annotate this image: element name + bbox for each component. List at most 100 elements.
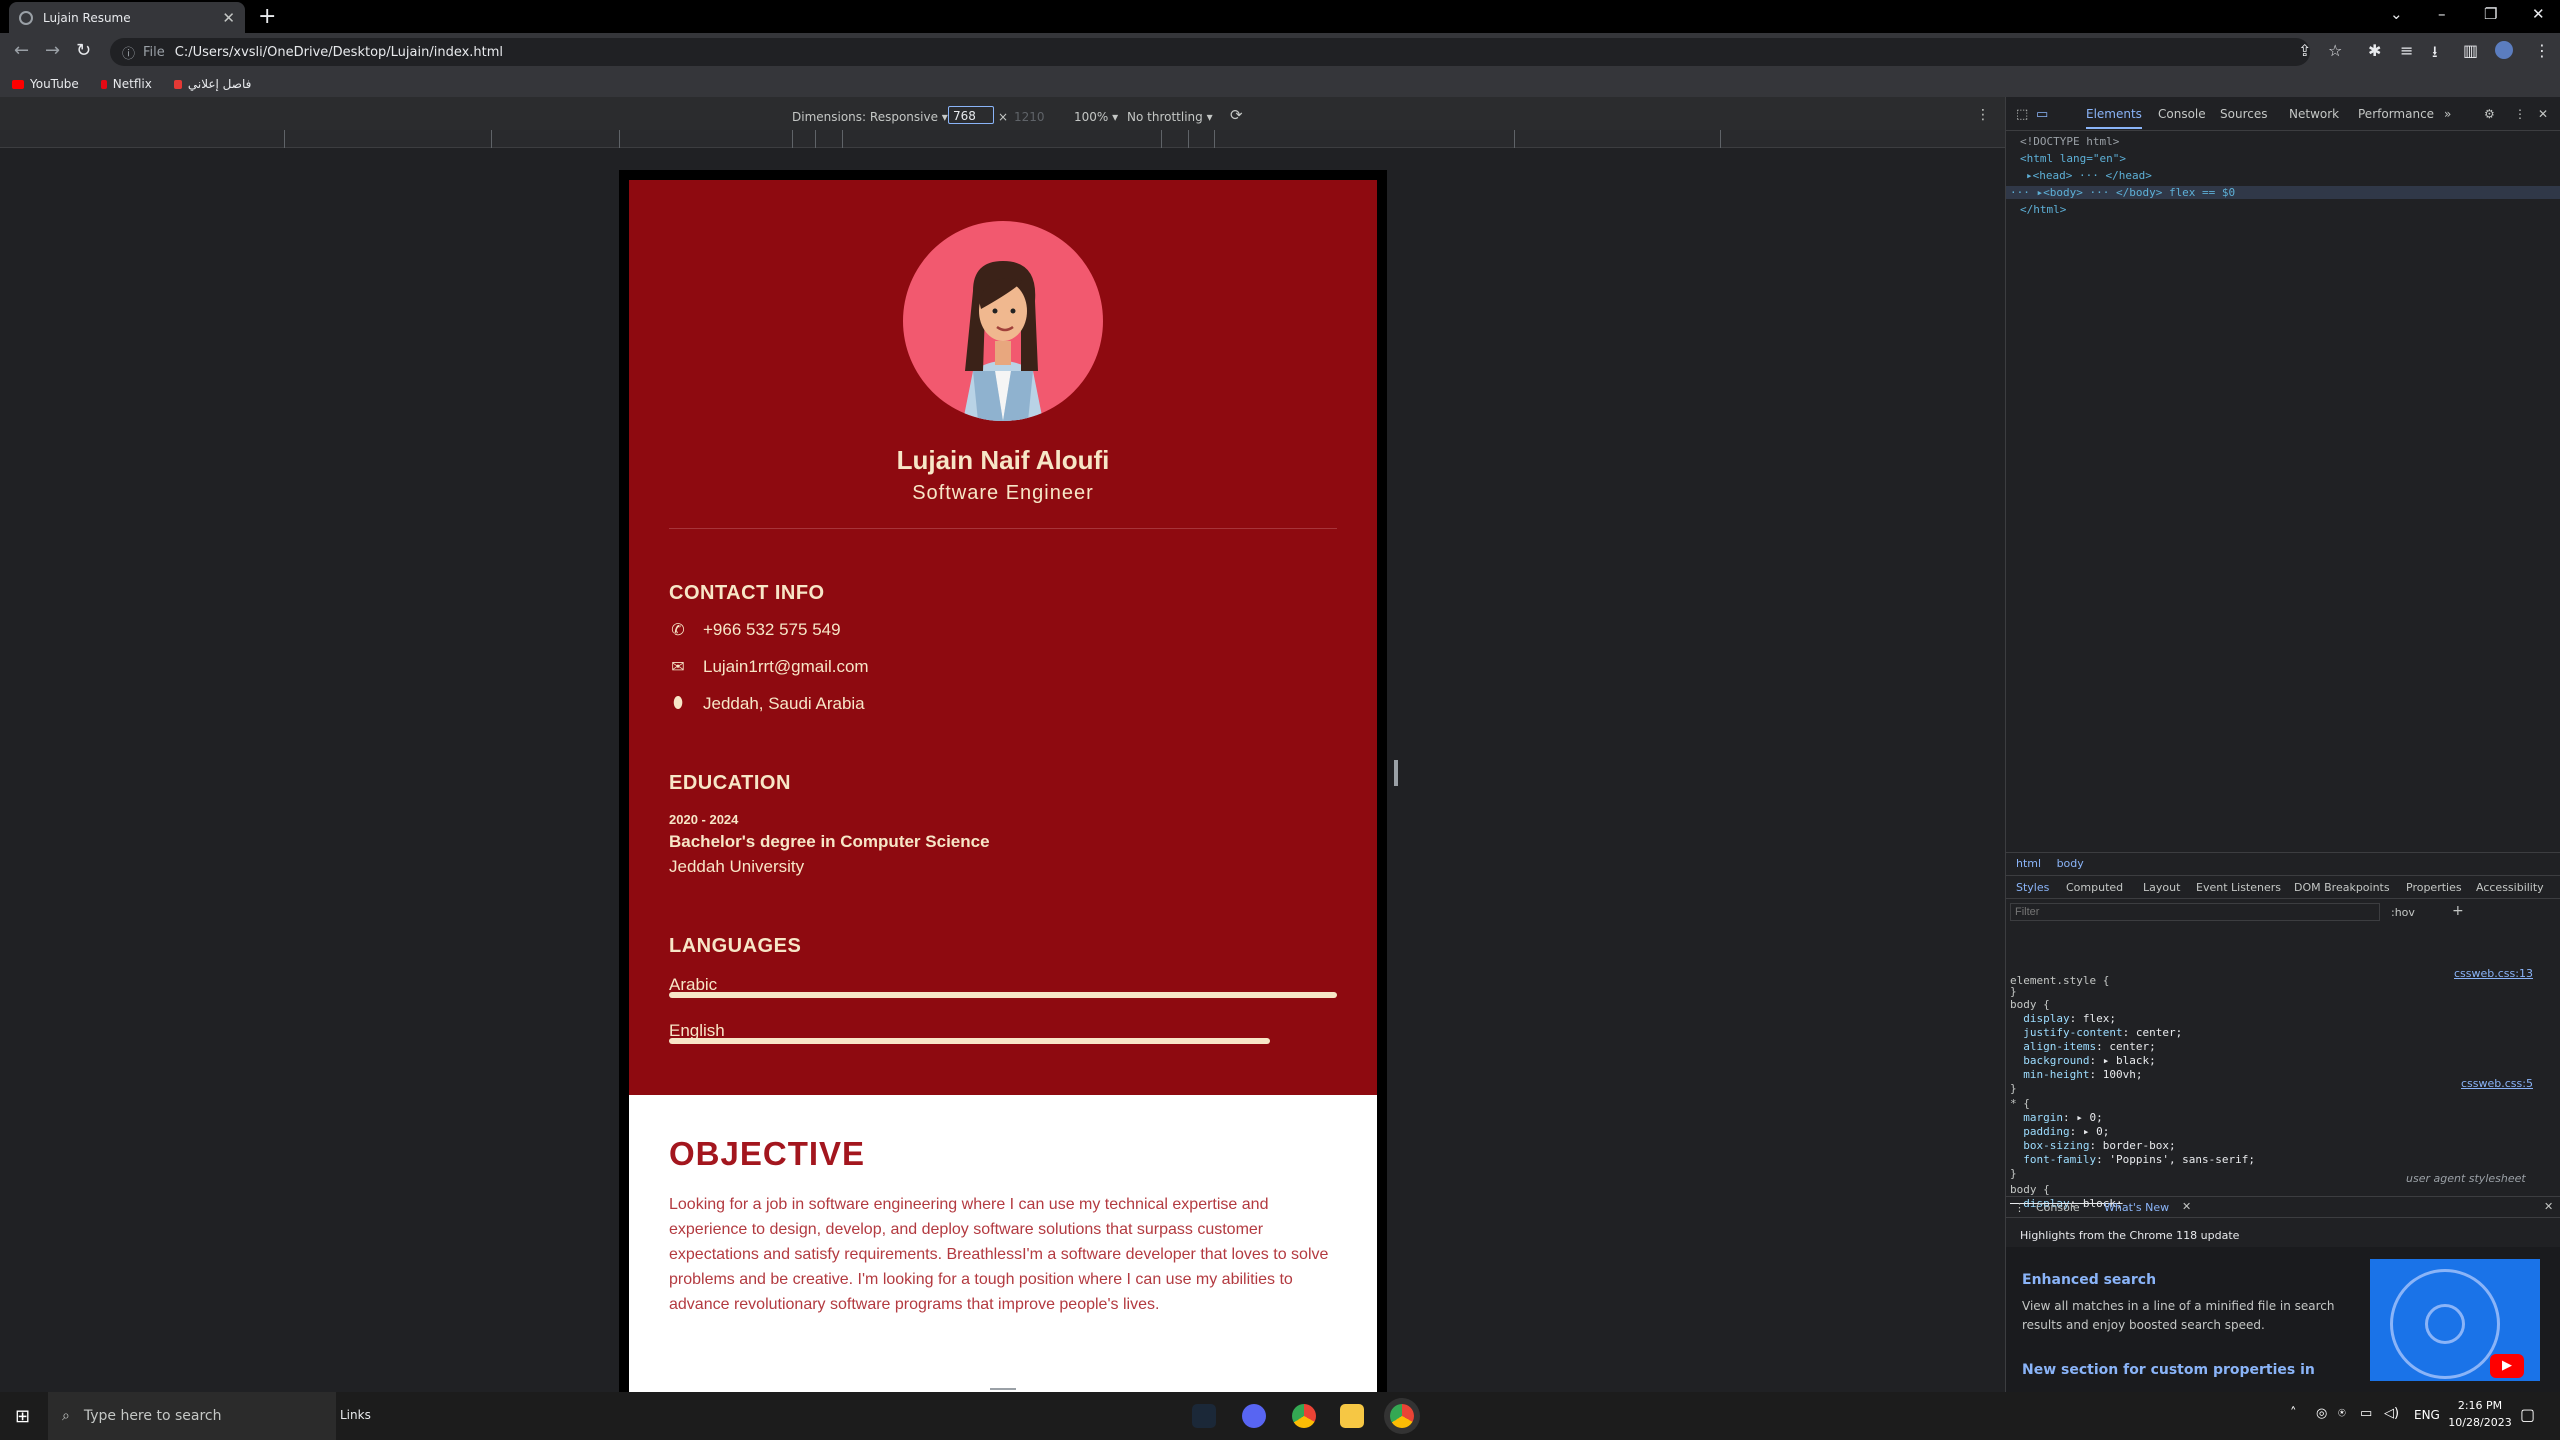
dom-html-close[interactable]: </html> [2020, 203, 2066, 216]
microphone-icon[interactable]: ⍟ [2338, 1406, 2346, 1421]
resize-handle-right[interactable] [1394, 760, 1398, 786]
dom-head[interactable]: ▸<head> ··· </head> [2026, 169, 2152, 182]
tray-icon[interactable]: ◎ [2316, 1406, 2327, 1421]
hov-toggle[interactable]: :hov [2391, 906, 2415, 919]
discord-icon[interactable] [1242, 1404, 1266, 1428]
browser-tab[interactable]: Lujain Resume ✕ [9, 2, 245, 33]
steam-icon[interactable] [1192, 1404, 1216, 1428]
clock-date[interactable]: 10/28/2023 [2446, 1416, 2514, 1429]
links-toolbar[interactable]: Links [340, 1408, 371, 1422]
minimize-button[interactable]: – [2438, 5, 2446, 23]
tray-chevron-icon[interactable]: ˄ [2290, 1406, 2297, 1421]
css-line[interactable]: body { [2010, 1183, 2050, 1196]
css-line[interactable]: min-height: 100vh; [2010, 1068, 2142, 1081]
download-icon[interactable]: ⭳ [2432, 41, 2438, 68]
subtab-computed[interactable]: Computed [2066, 881, 2123, 894]
new-tab-button[interactable]: + [258, 4, 276, 29]
dom-body-selected[interactable]: ··· ▸<body> ··· </body> flex == $0 [2006, 186, 2560, 199]
styles-filter-input[interactable] [2010, 903, 2380, 921]
clock-time[interactable]: 2:16 PM [2450, 1399, 2510, 1412]
subtab-dom-breakpoints[interactable]: DOM Breakpoints [2294, 881, 2390, 894]
bookmark-star-icon[interactable]: ☆ [2328, 41, 2342, 60]
subtab-properties[interactable]: Properties [2406, 881, 2462, 894]
play-icon[interactable]: ▶ [2490, 1354, 2524, 1378]
width-input[interactable]: 768 [948, 106, 994, 124]
sidepanel-icon[interactable]: ▥ [2463, 41, 2478, 60]
subtab-event-listeners[interactable]: Event Listeners [2196, 881, 2281, 894]
css-line[interactable]: * { [2010, 1097, 2030, 1110]
close-window-button[interactable]: ✕ [2532, 5, 2545, 23]
height-input[interactable]: 1210 [1014, 110, 1045, 124]
subtab-accessibility[interactable]: Accessibility [2476, 881, 2544, 894]
css-line[interactable]: } [2010, 1082, 2017, 1095]
breadcrumb-body[interactable]: body [2057, 857, 2084, 870]
info-icon[interactable]: ⓘ [122, 43, 135, 62]
bookmark-netflix[interactable]: Netflix [100, 77, 152, 91]
volume-icon[interactable]: ◁) [2384, 1406, 2399, 1421]
devtools-close-icon[interactable]: ✕ [2538, 107, 2548, 121]
css-line[interactable]: justify-content: center; [2010, 1026, 2182, 1039]
css-line[interactable]: margin: ▸ 0; [2010, 1111, 2103, 1124]
settings-gear-icon[interactable]: ⚙ [2484, 107, 2495, 121]
css-line[interactable]: body { [2010, 998, 2050, 1011]
dom-doctype[interactable]: <!DOCTYPE html> [2020, 135, 2119, 148]
address-bar[interactable]: ⓘ File C:/Users/xvsli/OneDrive/Desktop/L… [110, 38, 2310, 66]
tab-performance[interactable]: Performance [2358, 107, 2434, 121]
close-whats-new-icon[interactable]: ✕ [2182, 1200, 2191, 1213]
tab-elements[interactable]: Elements [2086, 107, 2142, 129]
css-line[interactable]: element.style { [2010, 974, 2109, 987]
breadcrumb-html[interactable]: html [2016, 857, 2041, 870]
media-icon[interactable]: ≡ [2400, 41, 2413, 60]
bookmark-youtube[interactable]: YouTube [12, 77, 79, 91]
tab-sources[interactable]: Sources [2220, 107, 2267, 121]
css-source-link[interactable]: cssweb.css:13 [2454, 967, 2533, 980]
zoom-select[interactable]: 100% ▾ [1074, 110, 1118, 124]
css-line[interactable]: } [2010, 1167, 2017, 1180]
css-line[interactable]: box-sizing: border-box; [2010, 1139, 2175, 1152]
reload-icon[interactable]: ↻ [76, 40, 91, 61]
rotate-icon[interactable]: ⟳ [1230, 106, 1243, 124]
more-tabs-icon[interactable]: » [2444, 107, 2451, 121]
menu-icon[interactable]: ⋮ [2534, 41, 2550, 60]
close-tab-icon[interactable]: ✕ [222, 9, 235, 27]
css-source-link[interactable]: cssweb.css:5 [2461, 1077, 2533, 1090]
throttle-select[interactable]: No throttling ▾ [1127, 110, 1213, 124]
share-icon[interactable]: ⇪ [2298, 41, 2311, 60]
chrome-active-icon[interactable] [1390, 1404, 1414, 1428]
notifications-icon[interactable]: ▢ [2520, 1405, 2535, 1424]
tab-search-icon[interactable]: ⌄ [2390, 5, 2403, 23]
drawer-menu-icon[interactable]: ⋮ [2014, 1201, 2025, 1214]
tab-console[interactable]: Console [2158, 107, 2206, 121]
drawer-tab-whats-new[interactable]: What's New [2104, 1201, 2169, 1214]
css-line[interactable]: align-items: center; [2010, 1040, 2155, 1053]
dom-html[interactable]: <html lang="en"> [2020, 152, 2126, 165]
css-line[interactable]: font-family: 'Poppins', sans-serif; [2010, 1153, 2255, 1166]
feature-title[interactable]: Enhanced search [2022, 1272, 2156, 1288]
tab-network[interactable]: Network [2289, 107, 2339, 121]
taskbar-search-box[interactable]: ⌕ Type here to search [48, 1392, 336, 1440]
forward-icon[interactable]: → [45, 40, 60, 61]
feature-title[interactable]: New section for custom properties in [2022, 1362, 2315, 1378]
chrome-icon[interactable] [1292, 1404, 1316, 1428]
dimensions-select[interactable]: Dimensions: Responsive ▾ [792, 110, 948, 124]
subtab-styles[interactable]: Styles [2016, 881, 2049, 894]
drawer-close-icon[interactable]: ✕ [2544, 1200, 2553, 1213]
restore-button[interactable]: ❐ [2484, 5, 2497, 23]
add-rule-icon[interactable]: + [2452, 903, 2464, 919]
css-line[interactable]: display: flex; [2010, 1012, 2116, 1025]
css-line[interactable]: padding: ▸ 0; [2010, 1125, 2109, 1138]
windows-start-icon[interactable]: ⊞ [15, 1406, 30, 1427]
device-more-icon[interactable]: ⋮ [1976, 107, 1990, 123]
css-line[interactable]: background: ▸ black; [2010, 1054, 2155, 1067]
media-query-ruler[interactable] [0, 130, 2005, 148]
bookmark-ad-break[interactable]: فاصل إعلاني [173, 77, 251, 91]
video-thumbnail[interactable]: ▶ [2370, 1259, 2540, 1381]
network-icon[interactable]: ▭ [2360, 1406, 2372, 1421]
devtools-menu-icon[interactable]: ⋮ [2514, 107, 2526, 121]
extensions-icon[interactable]: ✱ [2368, 41, 2381, 60]
subtab-layout[interactable]: Layout [2143, 881, 2180, 894]
file-explorer-icon[interactable] [1340, 1404, 1364, 1428]
inspect-icon[interactable]: ⬚ [2016, 107, 2028, 122]
device-toggle-icon[interactable]: ▭ [2036, 107, 2048, 122]
profile-avatar[interactable] [2495, 41, 2513, 59]
